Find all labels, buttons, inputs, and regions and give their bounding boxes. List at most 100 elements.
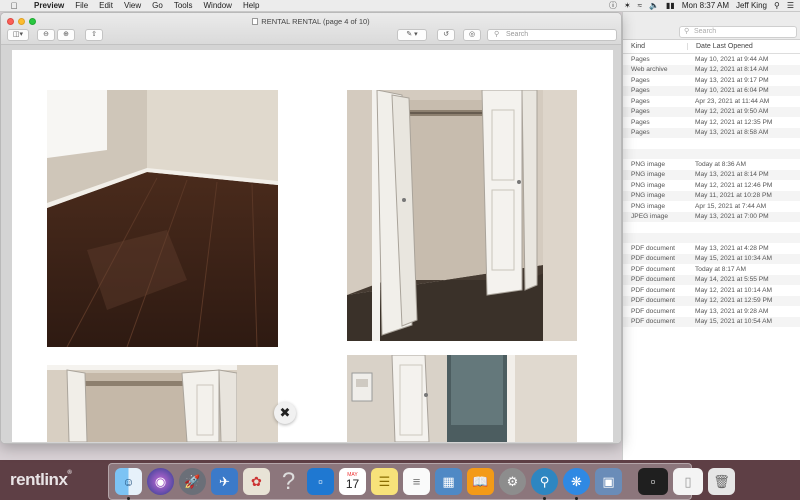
- list-item-kind: PNG image: [631, 160, 666, 168]
- notes-icon[interactable]: ☰: [371, 468, 398, 495]
- list-item-date: May 13, 2021 at 8:58 AM: [695, 129, 769, 137]
- spotlight-icon[interactable]: ⚲: [774, 1, 780, 10]
- zoom-in-button[interactable]: ⊕: [57, 29, 75, 41]
- column-date-last-opened[interactable]: Date Last Opened: [687, 43, 800, 50]
- document-view[interactable]: ✖: [1, 45, 621, 443]
- mail-icon[interactable]: ✈: [211, 468, 238, 495]
- markup-toolbar-button[interactable]: ◎: [463, 29, 481, 41]
- list-item-kind: PDF document: [631, 265, 675, 273]
- list-item[interactable]: PNG image Apr 15, 2021 at 7:44 AM: [623, 201, 800, 212]
- list-item[interactable]: Pages May 10, 2021 at 9:44 AM: [623, 54, 800, 65]
- list-item[interactable]: PDF document Today at 8:17 AM: [623, 264, 800, 275]
- image-capture-icon[interactable]: ▣: [595, 468, 622, 495]
- safari-icon[interactable]: ❋: [563, 468, 590, 500]
- preview-magnifier-icon[interactable]: ⚲: [531, 468, 558, 500]
- list-item[interactable]: PDF document May 13, 2021 at 4:28 PM: [623, 243, 800, 254]
- background-search-field[interactable]: ⚲ Search: [679, 26, 797, 38]
- zoom-out-button[interactable]: ⊖: [37, 29, 55, 41]
- background-list-header: Kind Date Last Opened: [623, 40, 800, 54]
- calendar-icon[interactable]: MAY 17: [339, 468, 366, 495]
- list-item[interactable]: Pages May 13, 2021 at 9:17 PM: [623, 75, 800, 86]
- list-item[interactable]: PNG image May 13, 2021 at 8:14 PM: [623, 169, 800, 180]
- list-item-kind: PDF document: [631, 255, 675, 263]
- system-preferences-icon[interactable]: ⚙: [499, 468, 526, 495]
- list-item-date: Apr 15, 2021 at 7:44 AM: [695, 202, 767, 210]
- search-placeholder: Search: [506, 31, 529, 38]
- help-glyph: ?: [281, 467, 296, 495]
- list-item-kind: Pages: [631, 55, 650, 63]
- help-icon[interactable]: ?: [275, 468, 302, 495]
- rentlinx-logo: rentlinx®: [10, 470, 72, 490]
- calendar-day: 17: [345, 477, 360, 491]
- list-item[interactable]: [623, 222, 800, 233]
- keynote-icon[interactable]: ▫: [307, 468, 334, 495]
- menu-help[interactable]: Help: [243, 1, 259, 10]
- list-item-kind: Web archive: [631, 66, 668, 74]
- background-file-list-window: ⚲ Search Kind Date Last Opened Pages May …: [622, 12, 800, 460]
- share-button[interactable]: ⇧: [85, 29, 103, 41]
- trash-icon[interactable]: 🗑: [708, 468, 735, 495]
- search-field[interactable]: ⚲ Search: [487, 29, 617, 41]
- list-item[interactable]: [623, 138, 800, 149]
- menu-tools[interactable]: Tools: [174, 1, 193, 10]
- list-item[interactable]: PDF document May 12, 2021 at 12:59 PM: [623, 295, 800, 306]
- books-icon[interactable]: 📖: [467, 468, 494, 495]
- bluetooth-icon[interactable]: ✶: [624, 1, 631, 10]
- column-kind[interactable]: Kind: [623, 43, 687, 50]
- list-item-kind: Pages: [631, 118, 650, 126]
- list-item[interactable]: Pages May 10, 2021 at 6:04 PM: [623, 85, 800, 96]
- list-item-date: May 12, 2021 at 9:50 AM: [695, 108, 769, 116]
- list-item-kind: PDF document: [631, 307, 675, 315]
- list-item-kind: PDF document: [631, 286, 675, 294]
- markup-pen-button[interactable]: ✎ ▾: [397, 29, 427, 41]
- finder-icon[interactable]: ☺: [115, 468, 142, 500]
- apple-menu-icon[interactable]: : [8, 1, 20, 11]
- list-item-date: May 11, 2021 at 10:28 PM: [695, 192, 772, 200]
- menu-preview[interactable]: Preview: [34, 1, 64, 10]
- list-item[interactable]: Web archive May 12, 2021 at 8:14 AM: [623, 64, 800, 75]
- siri-icon[interactable]: ◉: [147, 468, 174, 495]
- launchpad-icon[interactable]: 🚀: [179, 468, 206, 495]
- title-bar[interactable]: RENTAL RENTAL (page 4 of 10) ◫▾ ⊖ ⊕ ⇧ ✎ …: [1, 13, 621, 45]
- list-item[interactable]: PNG image Today at 8:36 AM: [623, 159, 800, 170]
- list-item[interactable]: Pages May 12, 2021 at 12:35 PM: [623, 117, 800, 128]
- rotate-button[interactable]: ↺: [437, 29, 455, 41]
- list-item-date: May 15, 2021 at 10:54 AM: [695, 318, 772, 326]
- list-item-date: May 13, 2021 at 8:14 PM: [695, 171, 769, 179]
- list-item[interactable]: [623, 232, 800, 243]
- menu-file[interactable]: File: [75, 1, 88, 10]
- menu-edit[interactable]: Edit: [99, 1, 113, 10]
- list-item[interactable]: PNG image May 12, 2021 at 12:46 PM: [623, 180, 800, 191]
- list-item[interactable]: Pages May 12, 2021 at 9:50 AM: [623, 106, 800, 117]
- directory-utility-icon[interactable]: ▦: [435, 468, 462, 495]
- list-item[interactable]: PNG image May 11, 2021 at 10:28 PM: [623, 190, 800, 201]
- window-title-text: RENTAL RENTAL (page 4 of 10): [261, 17, 370, 26]
- control-center-icon[interactable]: ☰: [787, 1, 794, 10]
- list-item[interactable]: JPEG image May 13, 2021 at 7:00 PM: [623, 211, 800, 222]
- close-icon[interactable]: ✖: [274, 402, 296, 424]
- sidebar-toggle-button[interactable]: ◫▾: [7, 29, 29, 41]
- menu-window[interactable]: Window: [204, 1, 232, 10]
- menu-view[interactable]: View: [124, 1, 141, 10]
- list-item[interactable]: PDF document May 15, 2021 at 10:54 AM: [623, 316, 800, 327]
- battery-icon[interactable]: ▮▮: [666, 1, 675, 10]
- wifi-icon[interactable]: ≈: [638, 1, 642, 10]
- list-item[interactable]: PDF document May 13, 2021 at 9:28 AM: [623, 306, 800, 317]
- reminders-icon[interactable]: ≡: [403, 468, 430, 495]
- window-title: RENTAL RENTAL (page 4 of 10): [1, 17, 621, 26]
- minimized-window-icon[interactable]: ▫: [638, 468, 668, 495]
- list-item[interactable]: Pages Apr 23, 2021 at 11:44 AM: [623, 96, 800, 107]
- menu-clock[interactable]: Mon 8:37 AM: [682, 1, 729, 10]
- list-item[interactable]: Pages May 13, 2021 at 8:58 AM: [623, 127, 800, 138]
- list-item[interactable]: PDF document May 15, 2021 at 10:34 AM: [623, 253, 800, 264]
- downloads-stack-icon[interactable]: ▯: [673, 468, 703, 495]
- search-icon: ⚲: [494, 31, 500, 38]
- list-item[interactable]: PDF document May 12, 2021 at 10:14 AM: [623, 285, 800, 296]
- menu-go[interactable]: Go: [152, 1, 163, 10]
- menu-user[interactable]: Jeff King: [736, 1, 767, 10]
- volume-icon[interactable]: 🔈: [649, 1, 659, 10]
- list-item[interactable]: [623, 148, 800, 159]
- list-item[interactable]: PDF document May 14, 2021 at 5:55 PM: [623, 274, 800, 285]
- info-icon[interactable]: ⓘ: [609, 0, 617, 11]
- photos-icon[interactable]: ✿: [243, 468, 270, 495]
